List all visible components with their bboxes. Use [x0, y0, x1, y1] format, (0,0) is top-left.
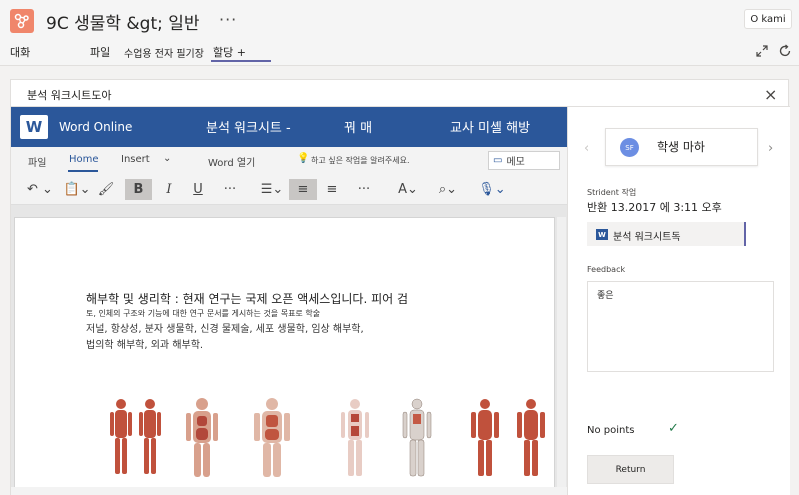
avatar: SF [620, 138, 639, 157]
comment-icon: ▭ [493, 155, 503, 166]
document-page[interactable]: 해부학 및 생리학 : 현재 연구는 국제 오픈 액세스입니다. 피어 검 토,… [14, 217, 555, 495]
user-button[interactable]: O kami [744, 9, 792, 29]
more-font-options-icon[interactable]: ··· [219, 179, 241, 200]
sharing-info[interactable]: 교사 미셸 해방 [450, 117, 530, 136]
team-avatar[interactable] [10, 9, 34, 33]
anatomy-figure-muscles [110, 399, 161, 474]
attached-file[interactable]: W 분석 워크시트독 [587, 222, 746, 246]
comments-button[interactable]: ▭ 메모 [488, 151, 560, 170]
anatomy-figure-muscles-2 [471, 399, 545, 476]
document-text-line: 해부학 및 생리학 : 현재 연구는 국제 오픈 액세스입니다. 피어 검 [86, 292, 409, 306]
underline-icon[interactable]: U [188, 179, 208, 200]
student-work-label: Strident 작업 [587, 188, 637, 197]
tab-files[interactable]: 파일 [90, 44, 110, 60]
word-app-name: Word Online [59, 120, 133, 134]
file-name: 분석 워크시트독 [613, 232, 681, 243]
bold-icon[interactable]: B [125, 179, 152, 200]
italic-icon[interactable]: I [159, 179, 179, 200]
paste-icon[interactable]: 📋⌄ [61, 179, 93, 200]
document-status: 꿔 매 [344, 121, 373, 136]
document-area: 해부학 및 생리학 : 현재 연구는 국제 오픈 액세스입니다. 피어 검 토,… [11, 205, 567, 495]
comments-label: 메모 [506, 157, 525, 168]
dictate-icon[interactable]: 🎙⌄ [477, 179, 507, 200]
find-icon[interactable]: ⌕⌄ [433, 179, 463, 200]
undo-icon[interactable]: ↶ ⌄ [24, 179, 56, 200]
anatomy-figure-skeleton-2 [402, 398, 432, 477]
align-center-icon[interactable]: ≡ [321, 179, 343, 200]
student-selector[interactable]: SF 학생 마하 [605, 128, 758, 166]
feedback-label: Feedback [587, 265, 626, 274]
ribbon-active-indicator [68, 170, 98, 172]
styles-icon[interactable]: A⌄ [393, 179, 423, 200]
document-title[interactable]: 분석 워크시트 - [206, 117, 291, 136]
tab-conversations[interactable]: 대화 [10, 44, 30, 60]
expand-icon[interactable] [755, 44, 769, 58]
molecule-icon [14, 13, 29, 29]
word-file-icon: W [596, 229, 608, 240]
grading-sidebar: ‹ SF 학생 마하 › Strident 작업 반환 13.2017 에 3:… [567, 107, 790, 495]
document-text-line: 토, 인체의 구조와 기능에 대한 연구 문서를 게시하는 것을 목표로 학술 [86, 309, 321, 318]
returned-timestamp: 반환 13.2017 에 3:11 오후 [587, 201, 722, 214]
bullets-icon[interactable]: ☰⌄ [257, 179, 287, 200]
channel-header: 9C 생물학 &gt; 일반 ··· O kami 대화 파일 수업용 전자 필… [0, 0, 799, 66]
channel-title: 9C 생물학 &gt; 일반 [46, 14, 200, 34]
lightbulb-icon: 💡 [297, 153, 310, 164]
document-text-line: 법의학 해부학, 외과 해부학. [86, 340, 204, 351]
more-options-icon[interactable]: ··· [219, 10, 237, 29]
align-left-icon[interactable]: ≡ [289, 179, 317, 200]
assignment-panel: 분석 워크시트도아 × W Word Online 분석 워크시트 - 꿔 매 … [10, 79, 790, 495]
active-tab-indicator [211, 60, 271, 62]
word-header: W Word Online 분석 워크시트 - 꿔 매 교사 미셸 해방 [11, 107, 567, 147]
word-logo-icon: W [20, 115, 48, 139]
word-online-viewer: W Word Online 분석 워크시트 - 꿔 매 교사 미셸 해방 파일 … [11, 107, 567, 495]
points-label: No points [587, 425, 635, 436]
tab-class-notebook[interactable]: 수업용 전자 필기장 [124, 45, 204, 60]
tell-me-input[interactable]: 하고 싶은 작업을 알려주세요. [311, 155, 410, 166]
panel-title: 분석 워크시트도아 [27, 89, 112, 102]
document-text-line: 저널, 항상성, 분자 생물학, 신경 물제술, 세포 생물학, 임상 해부학, [86, 324, 364, 335]
ribbon-tab-file[interactable]: 파일 [28, 154, 46, 169]
refresh-icon[interactable] [778, 44, 792, 58]
student-name: 학생 마하 [657, 140, 705, 154]
document-scrollbar[interactable] [557, 217, 566, 495]
ribbon-tab-insert[interactable]: Insert [121, 154, 150, 165]
formatting-toolbar: ↶ ⌄ 📋⌄ 🖌 B I U ··· ☰⌄ ≡ ≡ ··· A⌄ ⌕⌄ 🎙⌄ [11, 173, 567, 205]
tab-assignments[interactable]: 할당 + [213, 44, 246, 60]
check-icon: ✓ [668, 421, 679, 436]
word-status-bar [11, 487, 567, 495]
ribbon-tab-home[interactable]: Home [69, 154, 99, 165]
ribbon-tabs: 파일 Home Insert ⌄ Word 열기 💡 하고 싶은 작업을 알려주… [11, 147, 567, 173]
format-painter-icon[interactable]: 🖌 [97, 179, 115, 200]
anatomy-figure-organs-2 [254, 398, 290, 477]
chevron-right-icon[interactable]: › [768, 141, 773, 156]
chevron-down-icon[interactable]: ⌄ [163, 153, 171, 164]
return-button[interactable]: Return [587, 455, 674, 484]
feedback-field[interactable]: 좋은 [587, 281, 774, 372]
open-in-word-button[interactable]: Word 열기 [208, 154, 255, 169]
chevron-left-icon[interactable]: ‹ [584, 141, 589, 156]
more-paragraph-options-icon[interactable]: ··· [353, 179, 375, 200]
close-icon[interactable]: × [764, 85, 777, 104]
anatomy-figure-organs [186, 398, 218, 477]
anatomy-figure-skeleton [341, 399, 369, 476]
